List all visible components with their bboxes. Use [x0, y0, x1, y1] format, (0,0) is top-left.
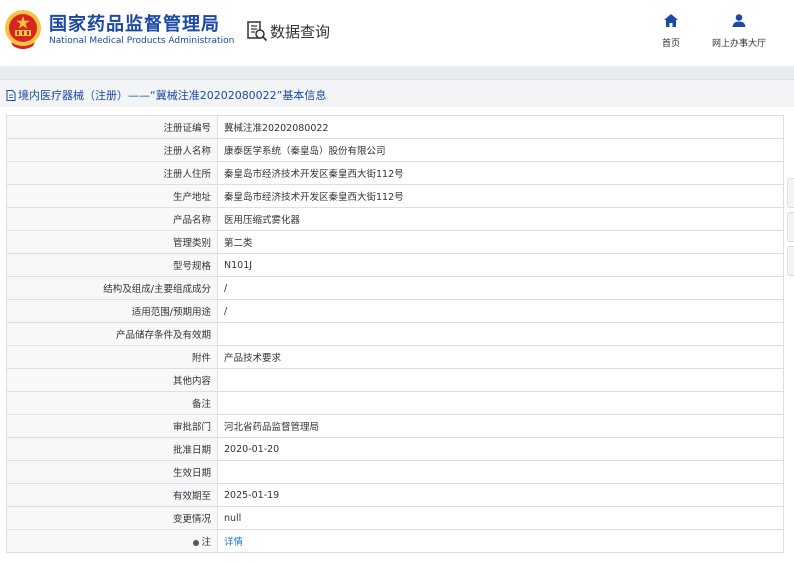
field-label: 生产地址: [6, 184, 218, 208]
table-row: 生效日期: [6, 460, 784, 484]
field-label: 备注: [6, 391, 218, 415]
table-row: 注册人名称 康泰医学系统（秦皇岛）股份有限公司: [6, 138, 784, 162]
field-value: N101J: [217, 253, 784, 277]
field-value: /: [217, 276, 784, 300]
field-label-text: 注册证编号: [163, 123, 211, 134]
details-link[interactable]: 详情: [217, 529, 784, 553]
field-value: 秦皇岛市经济技术开发区秦皇西大街112号: [217, 184, 784, 208]
field-label-text: 附件: [191, 353, 211, 364]
field-value: [217, 368, 784, 392]
field-label-text: 其他内容: [172, 376, 211, 387]
nav-online-service-hall[interactable]: 网上办事大厅: [712, 14, 766, 50]
field-label-text: 注: [201, 537, 211, 548]
field-label: 产品名称: [6, 207, 218, 231]
field-label-text: 管理类别: [172, 238, 211, 249]
field-label-text: 生产地址: [172, 192, 211, 203]
field-value: null: [217, 506, 784, 530]
nav-home-label: 首页: [662, 39, 681, 49]
table-row: 产品储存条件及有效期: [6, 322, 784, 346]
table-row: 注册证编号 冀械注准20202080022: [6, 115, 784, 139]
field-label: 有效期至: [6, 483, 218, 507]
home-icon: [664, 14, 678, 27]
field-label-text: 产品名称: [172, 215, 211, 226]
field-label: 注册证编号: [6, 115, 218, 139]
table-row: 批准日期 2020-01-20: [6, 437, 784, 461]
breadcrumb: 境内医疗器械（注册）——“冀械注准20202080022”基本信息: [6, 87, 326, 103]
field-value: 产品技术要求: [217, 345, 784, 369]
field-label: 审批部门: [6, 414, 218, 438]
field-label: 变更情况: [6, 506, 218, 530]
field-value: /: [217, 299, 784, 323]
org-name-cn: 国家药品监督管理局: [49, 14, 220, 35]
document-icon: [6, 89, 16, 101]
table-row: 型号规格 N101J: [6, 253, 784, 277]
field-value: 2020-01-20: [217, 437, 784, 461]
field-label-text: 型号规格: [172, 261, 211, 272]
field-label-text: 注册人住所: [163, 169, 211, 180]
field-value: 河北省药品监督管理局: [217, 414, 784, 438]
breadcrumb-text: 境内医疗器械（注册）——“冀械注准20202080022”基本信息: [18, 89, 327, 102]
national-emblem-icon: [5, 10, 41, 49]
field-label-text: 审批部门: [172, 422, 211, 433]
field-value: 康泰医学系统（秦皇岛）股份有限公司: [217, 138, 784, 162]
field-label-text: 变更情况: [172, 514, 211, 525]
header-divider-band: [0, 66, 794, 79]
field-value: 第二类: [217, 230, 784, 254]
field-label-text: 结构及组成/主要组成成分: [103, 284, 211, 295]
table-row: 审批部门 河北省药品监督管理局: [6, 414, 784, 438]
side-float-tab-middle[interactable]: [787, 212, 794, 242]
field-value: [217, 391, 784, 415]
field-value: 冀械注准20202080022: [217, 115, 784, 139]
field-label-text: 适用范围/预期用途: [131, 307, 211, 318]
field-value: 2025-01-19: [217, 483, 784, 507]
table-row: 产品名称 医用压缩式雾化器: [6, 207, 784, 231]
field-label: 批准日期: [6, 437, 218, 461]
registration-info-table: 注册证编号 冀械注准20202080022 注册人名称 康泰医学系统（秦皇岛）股份有限…: [6, 115, 784, 553]
field-value: [217, 322, 784, 346]
field-label: 产品储存条件及有效期: [6, 322, 218, 346]
field-label: 型号规格: [6, 253, 218, 277]
field-label: 生效日期: [6, 460, 218, 484]
table-row: 注详情: [6, 529, 784, 553]
field-label-text: 生效日期: [172, 468, 211, 479]
note-dot-icon: [193, 539, 200, 546]
table-row: 注册人住所 秦皇岛市经济技术开发区秦皇西大街112号: [6, 161, 784, 185]
field-label: 其他内容: [6, 368, 218, 392]
org-name-en: National Medical Products Administration: [49, 36, 235, 46]
table-row: 有效期至 2025-01-19: [6, 483, 784, 507]
field-label-text: 有效期至: [172, 491, 211, 502]
table-row: 其他内容: [6, 368, 784, 392]
field-label: 注册人住所: [6, 161, 218, 185]
field-label-text: 批准日期: [172, 445, 211, 456]
field-label: 适用范围/预期用途: [6, 299, 218, 323]
table-row: 管理类别 第二类: [6, 230, 784, 254]
field-label: 管理类别: [6, 230, 218, 254]
field-label: 附件: [6, 345, 218, 369]
data-query-label: 数据查询: [270, 22, 331, 41]
table-row: 备注: [6, 391, 784, 415]
field-label-text: 注册人名称: [163, 146, 211, 157]
nav-online-service-hall-label: 网上办事大厅: [712, 39, 767, 49]
table-row: 变更情况 null: [6, 506, 784, 530]
nav-home[interactable]: 首页: [662, 14, 680, 50]
side-float-tab-bottom[interactable]: [787, 246, 794, 276]
user-icon: [732, 14, 746, 27]
field-value: 医用压缩式雾化器: [217, 207, 784, 231]
table-row: 结构及组成/主要组成成分 /: [6, 276, 784, 300]
site-header: 国家药品监督管理局 National Medical Products Admi…: [0, 0, 794, 66]
field-label: 结构及组成/主要组成成分: [6, 276, 218, 300]
field-value: [217, 460, 784, 484]
field-value: 秦皇岛市经济技术开发区秦皇西大街112号: [217, 161, 784, 185]
document-search-icon: [247, 21, 268, 42]
field-label-text: 备注: [191, 399, 211, 410]
side-float-tab-top[interactable]: [787, 178, 794, 208]
table-row: 生产地址 秦皇岛市经济技术开发区秦皇西大街112号: [6, 184, 784, 208]
data-query-title: 数据查询: [246, 20, 330, 42]
field-label-text: 产品储存条件及有效期: [115, 330, 211, 341]
breadcrumb-bar: 境内医疗器械（注册）——“冀械注准20202080022”基本信息: [0, 79, 794, 107]
table-row: 适用范围/预期用途 /: [6, 299, 784, 323]
field-label: 注册人名称: [6, 138, 218, 162]
table-row: 附件 产品技术要求: [6, 345, 784, 369]
field-label: 注: [6, 529, 218, 553]
